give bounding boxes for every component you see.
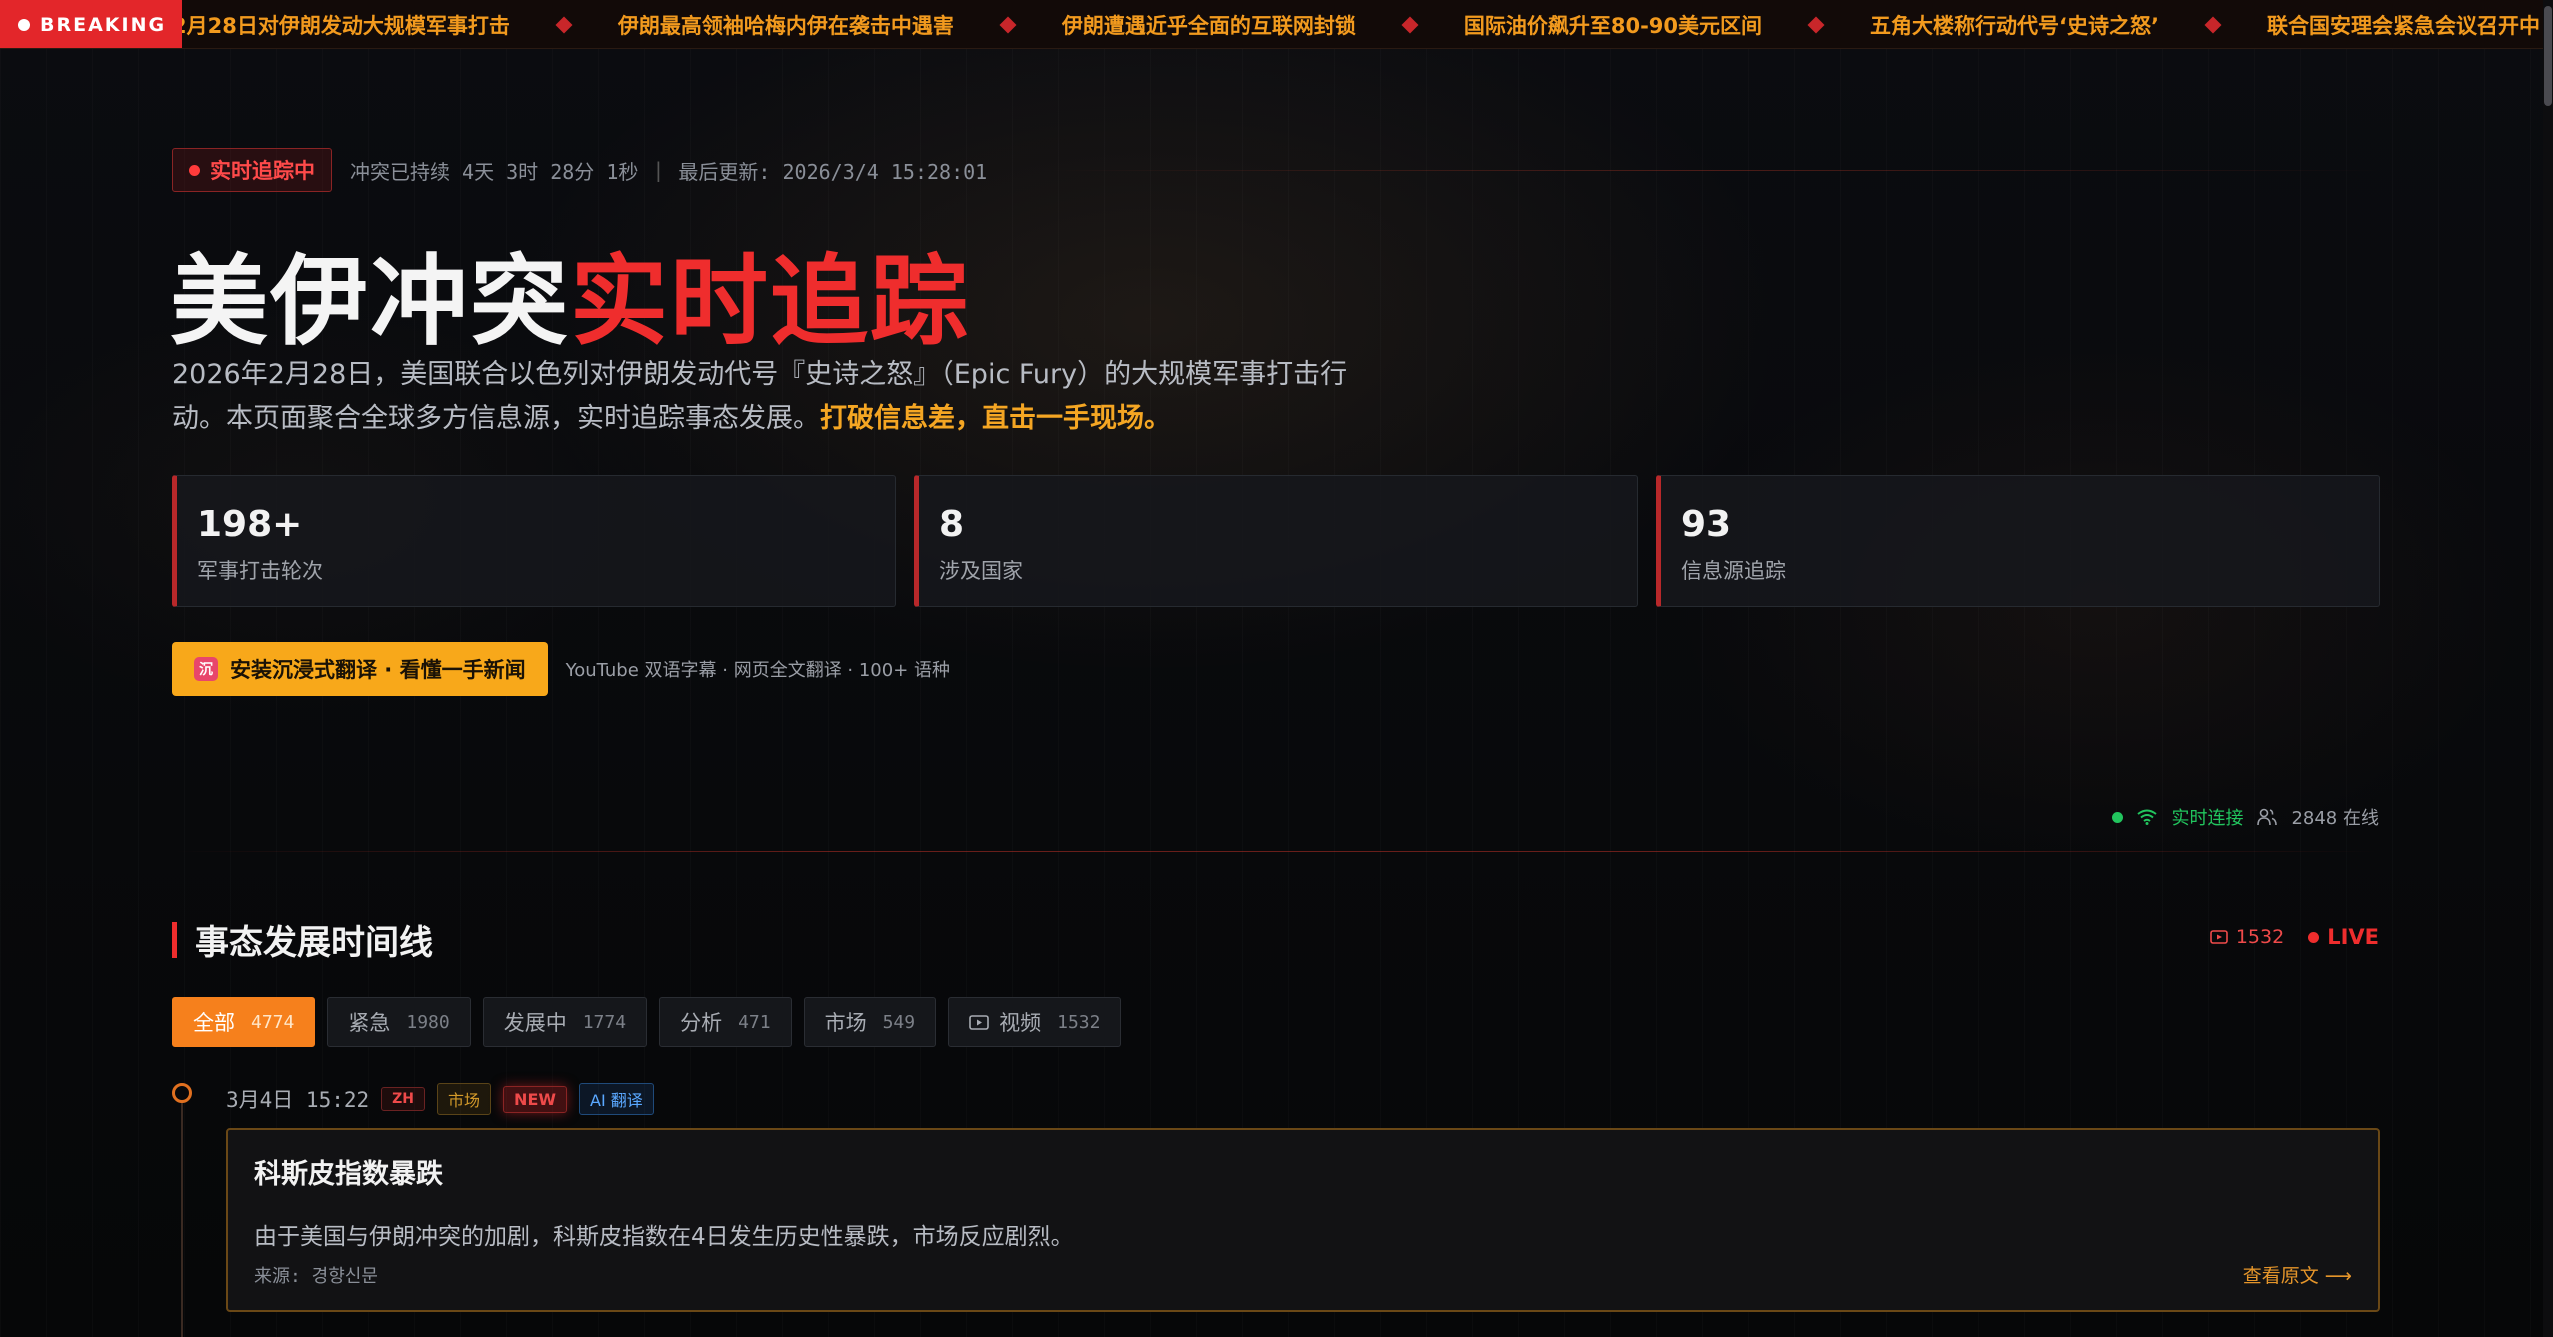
filter-video[interactable]: 视频 1532	[948, 997, 1122, 1047]
ai-translate-badge: AI 翻译	[579, 1083, 654, 1115]
filter-developing[interactable]: 发展中 1774	[482, 997, 648, 1047]
breaking-ticker: BREAKING 2月28日对伊朗发动大规模军事打击 伊朗最高领袖哈梅内伊在袭击…	[0, 0, 2553, 49]
diamond-icon	[1401, 16, 1419, 33]
last-updated: 最后更新: 2026/3/4 15:28:01	[678, 159, 988, 184]
entry-meta: 3月4日 15:22 ZH 市场 NEW AI 翻译	[226, 1083, 654, 1115]
video-icon	[969, 1014, 989, 1030]
ticker-item[interactable]: 五角大楼称行动代号‘史诗之怒’	[1870, 10, 2267, 40]
live-dot-icon	[189, 164, 200, 176]
stats-row: 198+ 军事打击轮次 8 涉及国家 93 信息源追踪	[172, 475, 2380, 607]
ticker-track: 2月28日对伊朗发动大规模军事打击 伊朗最高领袖哈梅内伊在袭击中遇害 伊朗遭遇近…	[172, 0, 2540, 48]
online-count: 2848	[2291, 808, 2338, 829]
ticker-item[interactable]: 联合国安理会紧急会议召开中	[2267, 10, 2540, 40]
stat-card-strikes: 198+ 军事打击轮次	[172, 475, 896, 607]
page-title: 美伊冲突实时追踪	[170, 245, 971, 359]
filter-market[interactable]: 市场 549	[803, 997, 937, 1047]
connection-status: 实时连接 2848 在线	[2112, 804, 2379, 830]
diamond-icon	[999, 16, 1017, 33]
section-divider	[172, 851, 2380, 852]
ticker-item[interactable]: 伊朗遭遇近乎全面的互联网封锁	[1062, 10, 1464, 40]
stat-card-countries: 8 涉及国家	[914, 475, 1638, 607]
status-text: 冲突已持续 4天 3时 28分 1秒 | 最后更新: 2026/3/4 15:2…	[350, 156, 987, 185]
install-translate-button[interactable]: 沉 安装沉浸式翻译 · 看懂一手新闻	[172, 642, 548, 696]
cta-row: 沉 安装沉浸式翻译 · 看懂一手新闻 YouTube 双语字幕 · 网页全文翻译…	[172, 642, 950, 696]
breaking-badge: BREAKING	[0, 0, 182, 48]
ticker-item[interactable]: 国际油价飙升至80-90美元区间	[1464, 10, 1870, 40]
timeline-meta: 1532 LIVE	[2210, 925, 2379, 949]
timeline-filters: 全部 4774 紧急 1980 发展中 1774 分析 471 市场 549 视…	[172, 997, 1122, 1047]
live-dot-icon	[2308, 931, 2320, 943]
cta-note: YouTube 双语字幕 · 网页全文翻译 · 100+ 语种	[565, 660, 951, 681]
news-headline: 科斯皮指数暴跌	[254, 1159, 443, 1190]
ticker-item[interactable]: 伊朗最高领袖哈梅内伊在袭击中遇害	[618, 10, 1062, 40]
lang-badge: ZH	[381, 1087, 426, 1111]
video-icon	[2210, 930, 2228, 944]
new-badge: NEW	[503, 1085, 568, 1113]
timeline-header: 事态发展时间线	[172, 915, 433, 964]
live-dot-icon	[18, 18, 30, 31]
filter-analysis[interactable]: 分析 471	[659, 997, 792, 1047]
connected-dot-icon	[2112, 811, 2124, 823]
translate-logo-icon: 沉	[194, 657, 218, 681]
filter-urgent[interactable]: 紧急 1980	[327, 997, 471, 1047]
ticker-item[interactable]: 2月28日对伊朗发动大规模军事打击	[172, 10, 618, 40]
timeline-title: 事态发展时间线	[195, 923, 433, 963]
wifi-icon	[2137, 809, 2158, 825]
news-source: 来源: 경향신문	[254, 1266, 378, 1287]
view-original-link[interactable]: 查看原文 ⟶	[2243, 1261, 2352, 1288]
title-accent	[172, 921, 177, 958]
scrollbar[interactable]	[2543, 0, 2553, 1337]
diamond-icon	[555, 16, 573, 33]
decorative-line	[1050, 170, 2380, 171]
news-body: 由于美国与伊朗冲突的加剧，科斯皮指数在4日发生历史性暴跌，市场反应剧烈。	[254, 1224, 1074, 1250]
filter-all[interactable]: 全部 4774	[172, 997, 316, 1047]
live-indicator: LIVE	[2308, 925, 2379, 949]
status-row: 实时追踪中 冲突已持续 4天 3时 28分 1秒 | 最后更新: 2026/3/…	[172, 148, 987, 192]
live-tracking-badge: 实时追踪中	[172, 148, 332, 192]
diamond-icon	[1807, 16, 1825, 33]
conflict-duration: 冲突已持续 4天 3时 28分 1秒	[350, 159, 639, 184]
hero-description: 2026年2月28日，美国联合以色列对伊朗发动代号『史诗之怒』（Epic Fur…	[172, 359, 1348, 434]
timeline-node-icon	[172, 1083, 192, 1103]
stat-card-sources: 93 信息源追踪	[1656, 475, 2380, 607]
video-count: 1532	[2210, 926, 2284, 948]
scrollbar-thumb[interactable]	[2544, 6, 2552, 106]
users-icon	[2257, 808, 2278, 826]
diamond-icon	[2204, 16, 2222, 33]
timeline-axis	[181, 1092, 183, 1337]
category-badge: 市场	[437, 1083, 492, 1115]
news-card[interactable]: 科斯皮指数暴跌 由于美国与伊朗冲突的加剧，科斯皮指数在4日发生历史性暴跌，市场反…	[226, 1128, 2380, 1312]
entry-time: 3月4日 15:22	[226, 1088, 370, 1112]
